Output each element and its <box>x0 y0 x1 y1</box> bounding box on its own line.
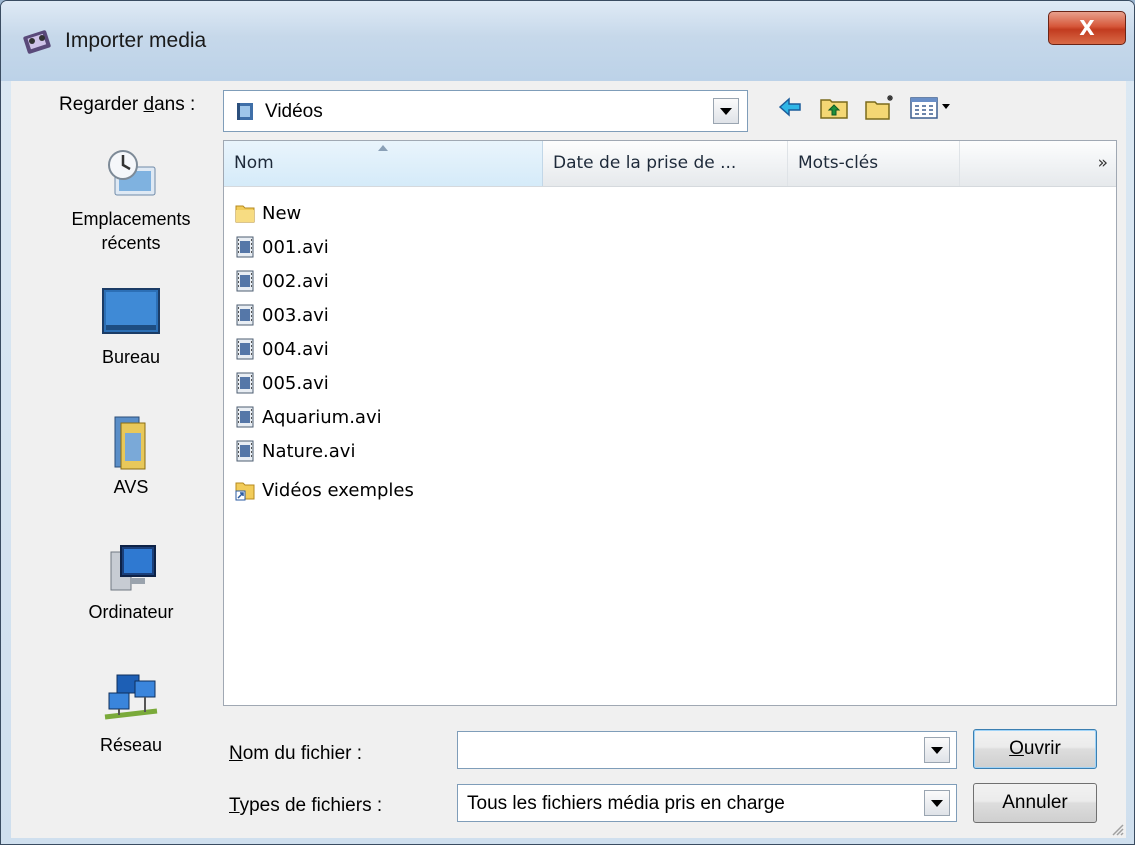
sort-ascending-icon <box>378 145 388 151</box>
place-avs[interactable]: AVS <box>43 413 219 499</box>
resize-grip-icon[interactable] <box>1108 820 1124 836</box>
chevron-down-icon <box>720 107 732 115</box>
list-item[interactable]: Vidéos exemples <box>234 475 514 505</box>
close-icon: X <box>1079 16 1095 40</box>
up-folder-icon[interactable] <box>818 92 850 122</box>
list-item[interactable]: New <box>234 198 514 228</box>
video-file-icon <box>236 304 254 326</box>
places-bar: Emplacements récents Bureau AVS Ordinate… <box>43 143 219 783</box>
chevron-down-icon <box>931 799 943 807</box>
network-icon <box>104 674 158 720</box>
film-reel-icon <box>23 30 51 54</box>
more-columns-button[interactable]: » <box>1098 141 1108 186</box>
list-item[interactable]: Nature.avi <box>234 436 514 466</box>
column-name[interactable]: Nom <box>224 141 543 186</box>
window-title: Importer media <box>65 29 207 52</box>
column-header: Nom Date de la prise de ... Mots-clés » <box>224 141 1116 187</box>
computer-icon <box>110 545 156 591</box>
videos-folder-icon <box>237 103 253 120</box>
filetype-dropdown-button[interactable] <box>924 790 950 816</box>
open-button[interactable]: Ouvrir <box>973 729 1097 769</box>
filetype-value: Tous les fichiers média pris en charge <box>467 793 785 814</box>
file-list[interactable]: Nom Date de la prise de ... Mots-clés » … <box>223 140 1117 706</box>
place-recent[interactable]: Emplacements récents <box>43 145 219 255</box>
new-folder-icon[interactable] <box>863 92 897 122</box>
video-file-icon <box>236 338 254 360</box>
column-keywords[interactable]: Mots-clés <box>788 141 960 186</box>
place-network[interactable]: Réseau <box>43 671 219 757</box>
video-file-icon <box>236 236 254 258</box>
video-file-icon <box>236 440 254 462</box>
filetype-combobox[interactable]: Tous les fichiers média pris en charge <box>457 784 957 822</box>
back-arrow-icon[interactable] <box>776 92 804 122</box>
shortcut-folder-icon <box>235 482 255 501</box>
cancel-button[interactable]: Annuler <box>973 783 1097 823</box>
dialog-body: Regarder dans : Vidéos Emplacements réce… <box>11 81 1126 838</box>
list-item[interactable]: 002.avi <box>234 266 514 296</box>
column-date[interactable]: Date de la prise de ... <box>543 141 788 186</box>
look-in-dropdown-button[interactable] <box>713 98 739 124</box>
filename-dropdown-button[interactable] <box>924 737 950 763</box>
video-file-icon <box>236 270 254 292</box>
recent-places-icon <box>108 150 156 196</box>
place-desktop[interactable]: Bureau <box>43 283 219 369</box>
place-computer[interactable]: Ordinateur <box>43 538 219 624</box>
look-in-combobox[interactable]: Vidéos <box>223 90 748 132</box>
close-button[interactable]: X <box>1048 11 1126 45</box>
desktop-icon <box>102 288 160 334</box>
look-in-label: Regarder dans : <box>59 94 196 115</box>
list-item[interactable]: 004.avi <box>234 334 514 364</box>
list-item[interactable]: Aquarium.avi <box>234 402 514 432</box>
view-menu-icon[interactable] <box>908 92 954 122</box>
import-media-dialog: Importer media X Regarder dans : Vidéos <box>0 0 1135 845</box>
video-file-icon <box>236 372 254 394</box>
folder-icon <box>235 205 255 223</box>
avs-icon <box>114 416 146 470</box>
filename-combobox[interactable] <box>457 731 957 769</box>
list-item[interactable]: 001.avi <box>234 232 514 262</box>
filetype-label: Types de fichiers : <box>229 795 383 816</box>
look-in-value: Vidéos <box>265 101 323 122</box>
filename-label: Nom du fichier : <box>229 743 363 764</box>
chevron-down-icon <box>931 746 943 754</box>
list-item[interactable]: 005.avi <box>234 368 514 398</box>
video-file-icon <box>236 406 254 428</box>
title-bar[interactable]: Importer media X <box>1 1 1134 81</box>
list-item[interactable]: 003.avi <box>234 300 514 330</box>
